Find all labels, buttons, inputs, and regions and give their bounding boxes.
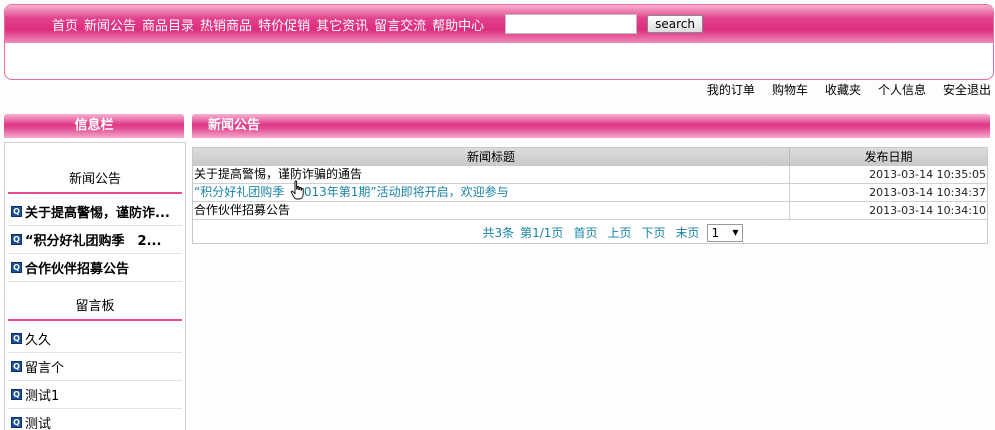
logout-link[interactable]: 安全退出 xyxy=(943,81,991,98)
bullet-icon: Q xyxy=(11,361,22,372)
table-row: 关于提高警惕，谨防诈骗的通告 2013-03-14 10:35:05 xyxy=(193,166,987,184)
cart-link[interactable]: 购物车 xyxy=(772,81,808,98)
bullet-icon: Q xyxy=(11,417,22,428)
main-nav: 首页 新闻公告 商品目录 热销商品 特价促销 其它资讯 留言交流 帮助中心 xyxy=(49,15,487,34)
search-button[interactable]: search xyxy=(647,15,703,33)
site-header: 首页 新闻公告 商品目录 热销商品 特价促销 其它资讯 留言交流 帮助中心 se… xyxy=(4,4,994,80)
nav-special-offers[interactable]: 特价促销 xyxy=(255,15,313,34)
bullet-icon: Q xyxy=(11,333,22,344)
last-page-link[interactable]: 末页 xyxy=(676,224,700,241)
news-date: 2013-03-14 10:34:37 xyxy=(869,186,986,199)
sidebar-news-list: Q 关于提高警惕，谨防诈... Q “积分好礼团购季 2... Q 合作伙伴招募… xyxy=(8,198,182,282)
col-title-header: 新闻标题 xyxy=(193,148,790,166)
page-select-value: 1 xyxy=(711,225,720,240)
sidebar-message-item[interactable]: Q 测试 xyxy=(8,409,182,430)
hand-cursor-icon xyxy=(290,180,304,200)
favorites-link[interactable]: 收藏夹 xyxy=(825,81,861,98)
sidebar-news-label: 合作伙伴招募公告 xyxy=(25,262,130,277)
nav-help-center[interactable]: 帮助中心 xyxy=(429,15,487,34)
sidebar-message-label: 测试1 xyxy=(25,389,60,404)
news-title-link[interactable]: 合作伙伴招募公告 xyxy=(193,202,790,219)
table-row: “积分好礼团购季 2013年第1期”活动即将开启，欢迎参与 2013-03-14… xyxy=(193,184,987,202)
col-date-header: 发布日期 xyxy=(864,150,913,164)
nav-home[interactable]: 首页 xyxy=(49,15,81,34)
table-row: 合作伙伴招募公告 2013-03-14 10:34:10 xyxy=(193,202,987,220)
sidebar-news-title: 新闻公告 xyxy=(8,167,182,194)
user-links: 我的订单 购物车 收藏夹 个人信息 安全退出 xyxy=(690,81,991,98)
next-page-link[interactable]: 下页 xyxy=(641,224,665,241)
sidebar-message-list: Q 久久 Q 留言个 Q 测试1 Q 测试 xyxy=(8,325,182,430)
my-orders-link[interactable]: 我的订单 xyxy=(707,81,755,98)
page-title: 新闻公告 xyxy=(208,118,261,133)
sidebar-message-item[interactable]: Q 测试1 xyxy=(8,381,182,409)
sidebar-message-label: 久久 xyxy=(25,333,52,348)
nav-message-board[interactable]: 留言交流 xyxy=(371,15,429,34)
nav-catalog[interactable]: 商品目录 xyxy=(139,15,197,34)
sidebar-news-item[interactable]: Q 合作伙伴招募公告 xyxy=(8,254,182,282)
profile-link[interactable]: 个人信息 xyxy=(878,81,926,98)
bullet-icon: Q xyxy=(11,234,22,245)
news-title-link[interactable]: “积分好礼团购季 2013年第1期”活动即将开启，欢迎参与 xyxy=(193,184,790,201)
nav-news[interactable]: 新闻公告 xyxy=(81,15,139,34)
news-title-link[interactable]: 关于提高警惕，谨防诈骗的通告 xyxy=(193,166,790,183)
sidebar-message-label: 测试 xyxy=(25,417,52,430)
first-page-link[interactable]: 首页 xyxy=(573,224,597,241)
sidebar-news-item[interactable]: Q “积分好礼团购季 2... xyxy=(8,226,182,254)
bullet-icon: Q xyxy=(11,389,22,400)
record-count: 共3条 xyxy=(482,226,515,240)
main-title-bar: 新闻公告 xyxy=(192,114,990,138)
sidebar-messages-title: 留言板 xyxy=(8,294,182,321)
news-date: 2013-03-14 10:35:05 xyxy=(869,168,986,181)
sidebar-news-label: “积分好礼团购季 2... xyxy=(25,234,162,249)
sidebar-message-label: 留言个 xyxy=(25,361,65,376)
nav-other-info[interactable]: 其它资讯 xyxy=(313,15,371,34)
prev-page-link[interactable]: 上页 xyxy=(607,224,631,241)
news-table: 新闻标题 发布日期 关于提高警惕，谨防诈骗的通告 2013-03-14 10:3… xyxy=(192,147,988,244)
nav-hot-products[interactable]: 热销商品 xyxy=(197,15,255,34)
pagination: 共3条 第1/1页 首页 上页 下页 末页 1 ▼ xyxy=(193,220,987,245)
sidebar-message-item[interactable]: Q 留言个 xyxy=(8,353,182,381)
sidebar-news-item[interactable]: Q 关于提高警惕，谨防诈... xyxy=(8,198,182,226)
sidebar-title: 信息栏 xyxy=(4,114,184,138)
sidebar: 新闻公告 Q 关于提高警惕，谨防诈... Q “积分好礼团购季 2... Q 合… xyxy=(4,142,186,430)
page-indicator: 第1/1页 xyxy=(520,226,564,240)
news-date: 2013-03-14 10:34:10 xyxy=(869,204,986,217)
bullet-icon: Q xyxy=(11,206,22,217)
chevron-down-icon: ▼ xyxy=(732,228,739,237)
page-select[interactable]: 1 ▼ xyxy=(706,223,743,242)
nav-bar: 首页 新闻公告 商品目录 热销商品 特价促销 其它资讯 留言交流 帮助中心 se… xyxy=(5,5,993,43)
bullet-icon: Q xyxy=(11,262,22,273)
sidebar-news-label: 关于提高警惕，谨防诈... xyxy=(25,206,170,221)
search-input[interactable] xyxy=(505,14,638,34)
sidebar-message-item[interactable]: Q 久久 xyxy=(8,325,182,353)
table-header: 新闻标题 发布日期 xyxy=(193,148,987,166)
